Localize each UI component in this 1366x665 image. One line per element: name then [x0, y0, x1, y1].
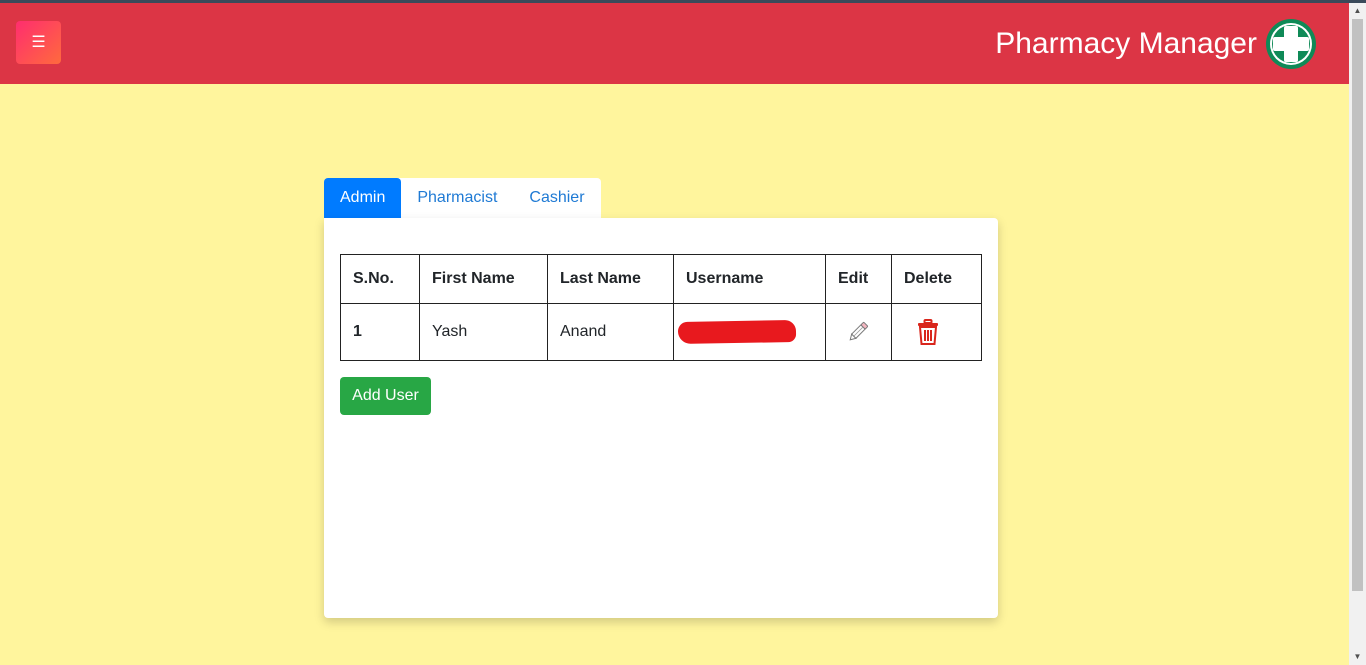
pencil-icon[interactable]	[846, 320, 870, 344]
users-table: S.No. First Name Last Name Username Edit…	[340, 254, 982, 361]
redaction-mark	[677, 319, 797, 345]
role-tabs: Admin Pharmacist Cashier	[324, 178, 601, 218]
column-header-last-name: Last Name	[547, 254, 674, 304]
brand: Pharmacy Manager	[995, 18, 1317, 70]
trash-icon[interactable]	[916, 319, 940, 345]
cell-first-name: Yash	[419, 303, 548, 361]
cell-username	[673, 303, 826, 361]
table-header-row: S.No. First Name Last Name Username Edit…	[340, 254, 982, 304]
column-header-sno: S.No.	[340, 254, 420, 304]
page-scrollbar[interactable]: ▲ ▼	[1349, 3, 1366, 665]
column-header-first-name: First Name	[419, 254, 548, 304]
cell-edit	[825, 303, 892, 361]
tab-admin[interactable]: Admin	[324, 178, 402, 218]
app-header: ☰ Pharmacy Manager	[0, 3, 1349, 84]
column-header-edit: Edit	[825, 254, 892, 304]
menu-toggle-button[interactable]: ☰	[16, 21, 61, 64]
hamburger-icon: ☰	[31, 34, 46, 51]
tab-pharmacist[interactable]: Pharmacist	[401, 178, 513, 218]
app-title: Pharmacy Manager	[995, 27, 1257, 60]
scroll-up-icon[interactable]: ▲	[1349, 3, 1366, 19]
users-panel: S.No. First Name Last Name Username Edit…	[324, 218, 998, 618]
cell-sno: 1	[340, 303, 420, 361]
cell-last-name: Anand	[547, 303, 674, 361]
column-header-username: Username	[673, 254, 826, 304]
scroll-down-icon[interactable]: ▼	[1349, 649, 1366, 665]
medical-cross-logo-icon	[1266, 19, 1316, 69]
table-row: 1 Yash Anand	[340, 303, 982, 361]
scroll-thumb[interactable]	[1352, 19, 1363, 591]
column-header-delete: Delete	[891, 254, 982, 304]
add-user-button[interactable]: Add User	[340, 377, 431, 415]
tab-cashier[interactable]: Cashier	[513, 178, 600, 218]
cell-delete	[891, 303, 982, 361]
